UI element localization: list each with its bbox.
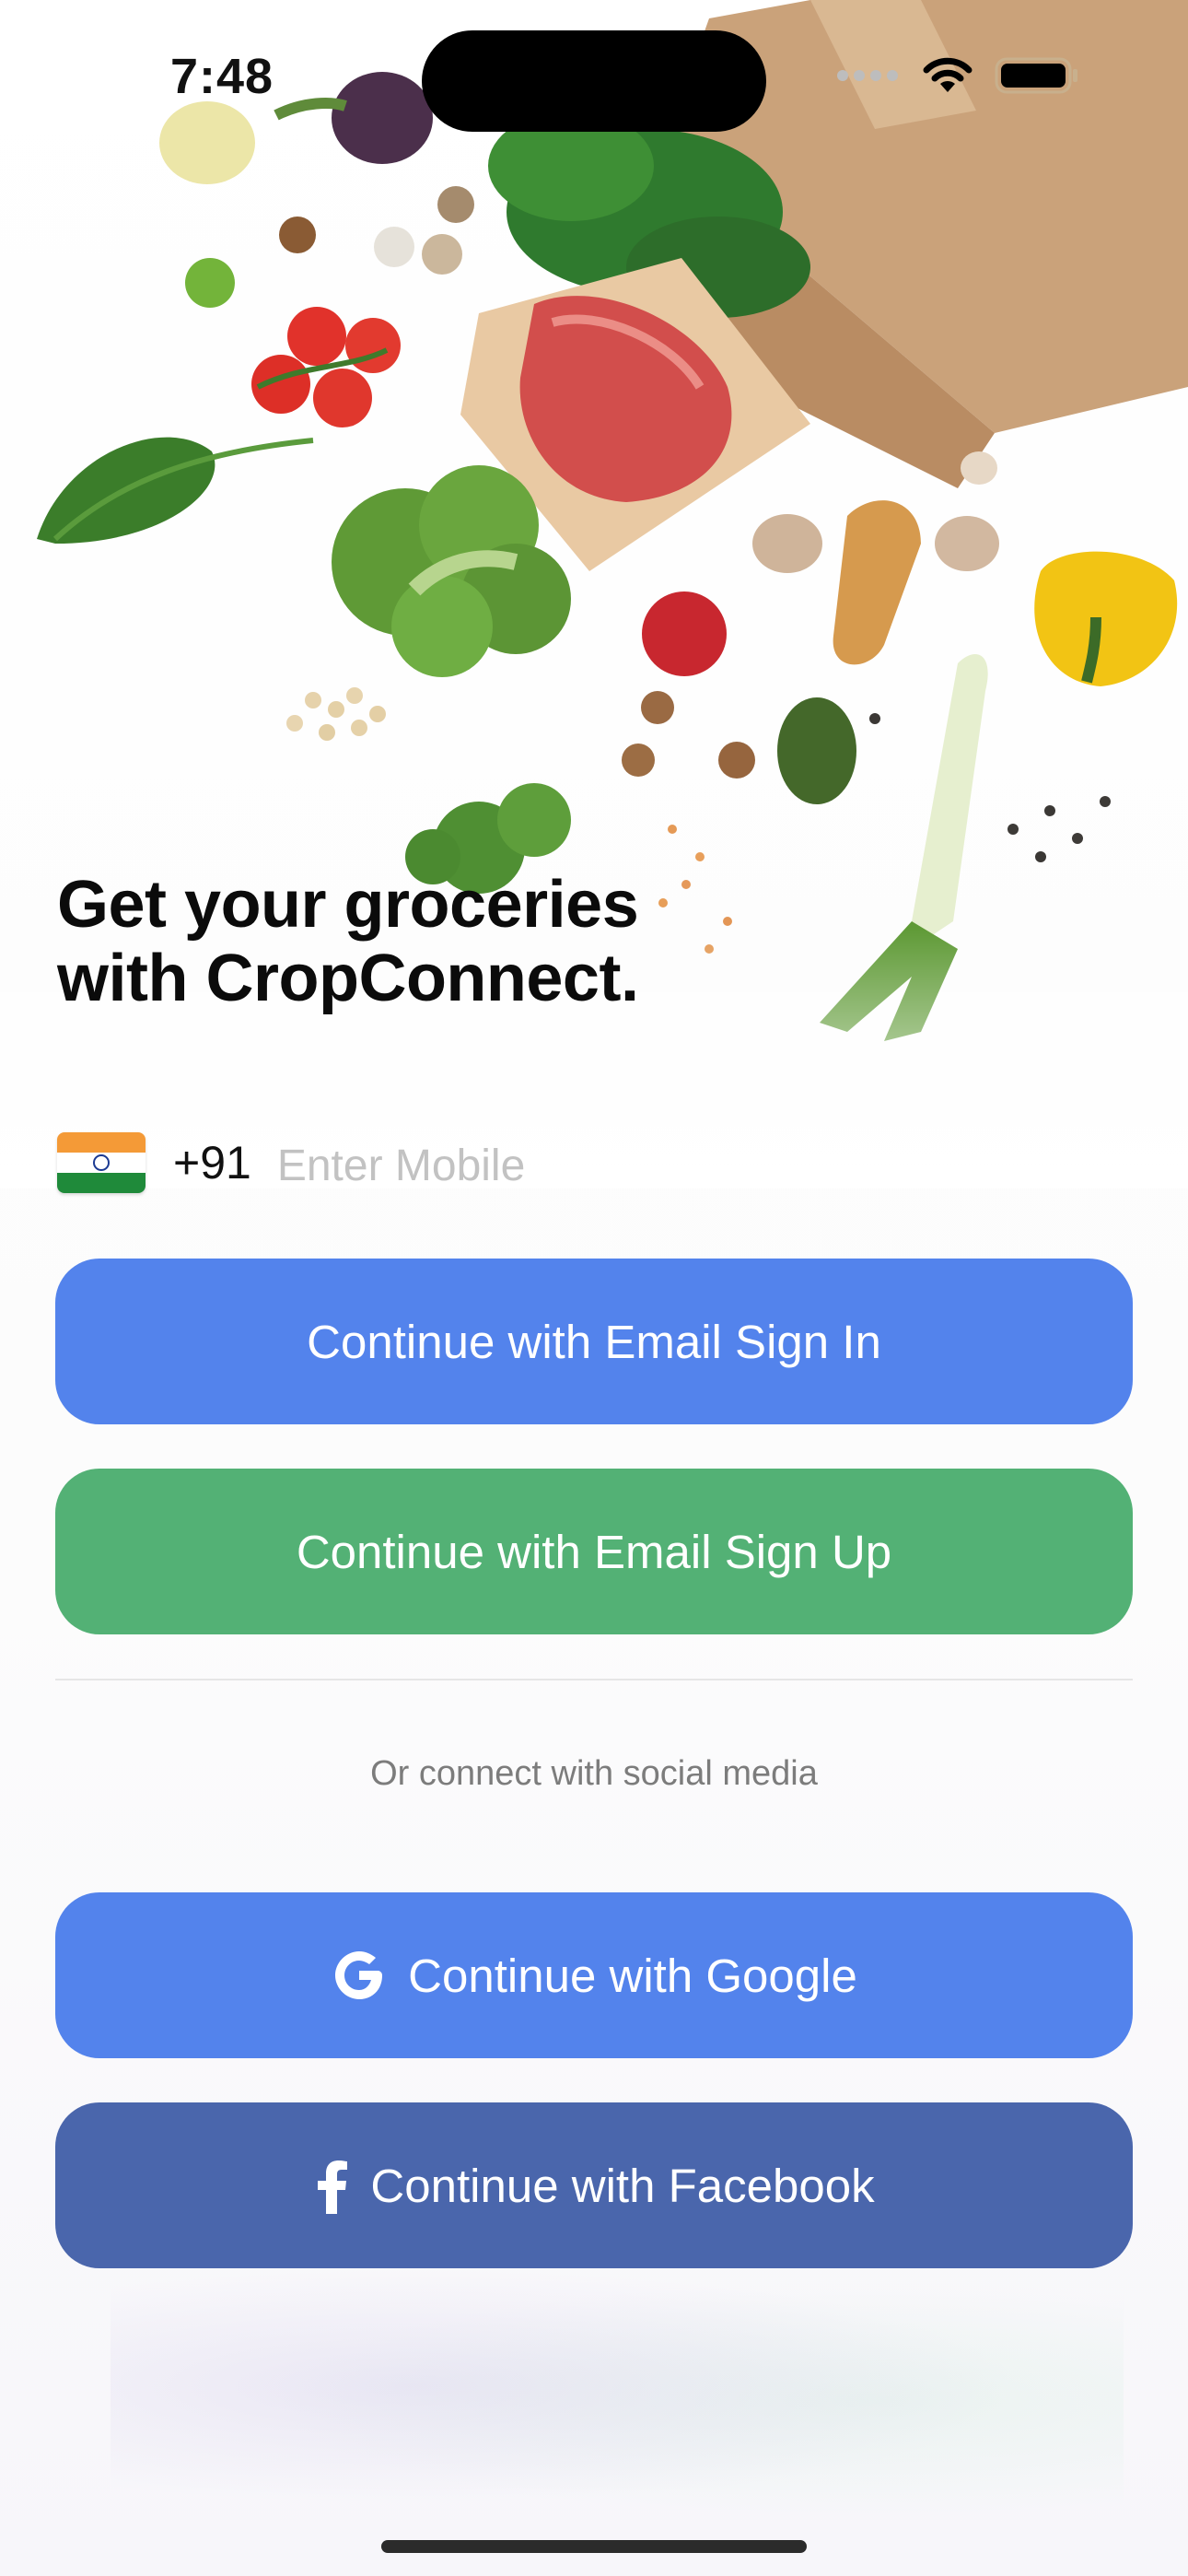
email-sign-in-button[interactable]: Continue with Email Sign In xyxy=(55,1259,1133,1424)
login-screen: 7:48 Get your groceries with CropConnect… xyxy=(0,0,1188,2576)
headline-line-1: Get your groceries xyxy=(57,868,639,942)
background-glow xyxy=(111,2248,1124,2524)
status-indicators xyxy=(836,55,1079,100)
wifi-icon xyxy=(921,55,974,100)
social-media-caption: Or connect with social media xyxy=(370,1754,818,1793)
facebook-button-label: Continue with Facebook xyxy=(370,2159,875,2212)
signal-dots-icon xyxy=(836,69,901,87)
page-title: Get your groceries with CropConnect. xyxy=(57,868,886,1015)
dynamic-island xyxy=(422,30,766,132)
email-sign-up-label: Continue with Email Sign Up xyxy=(296,1525,892,1578)
google-sign-in-button[interactable]: Continue with Google xyxy=(55,1892,1133,2058)
mobile-number-row: +91 xyxy=(57,1126,1131,1200)
email-sign-in-label: Continue with Email Sign In xyxy=(307,1315,881,1368)
india-flag-icon[interactable] xyxy=(57,1132,146,1193)
email-sign-up-button[interactable]: Continue with Email Sign Up xyxy=(55,1469,1133,1634)
battery-icon xyxy=(995,55,1079,100)
home-indicator[interactable] xyxy=(381,2540,807,2553)
facebook-sign-in-button[interactable]: Continue with Facebook xyxy=(55,2102,1133,2268)
mobile-number-input[interactable] xyxy=(276,1133,922,1198)
facebook-icon xyxy=(313,2157,350,2214)
section-divider xyxy=(55,1679,1133,1680)
google-icon xyxy=(331,1947,388,2004)
status-time: 7:48 xyxy=(170,49,274,104)
country-dial-code[interactable]: +91 xyxy=(173,1136,251,1189)
headline-line-2: with CropConnect. xyxy=(57,942,639,1015)
google-button-label: Continue with Google xyxy=(408,1949,857,2002)
